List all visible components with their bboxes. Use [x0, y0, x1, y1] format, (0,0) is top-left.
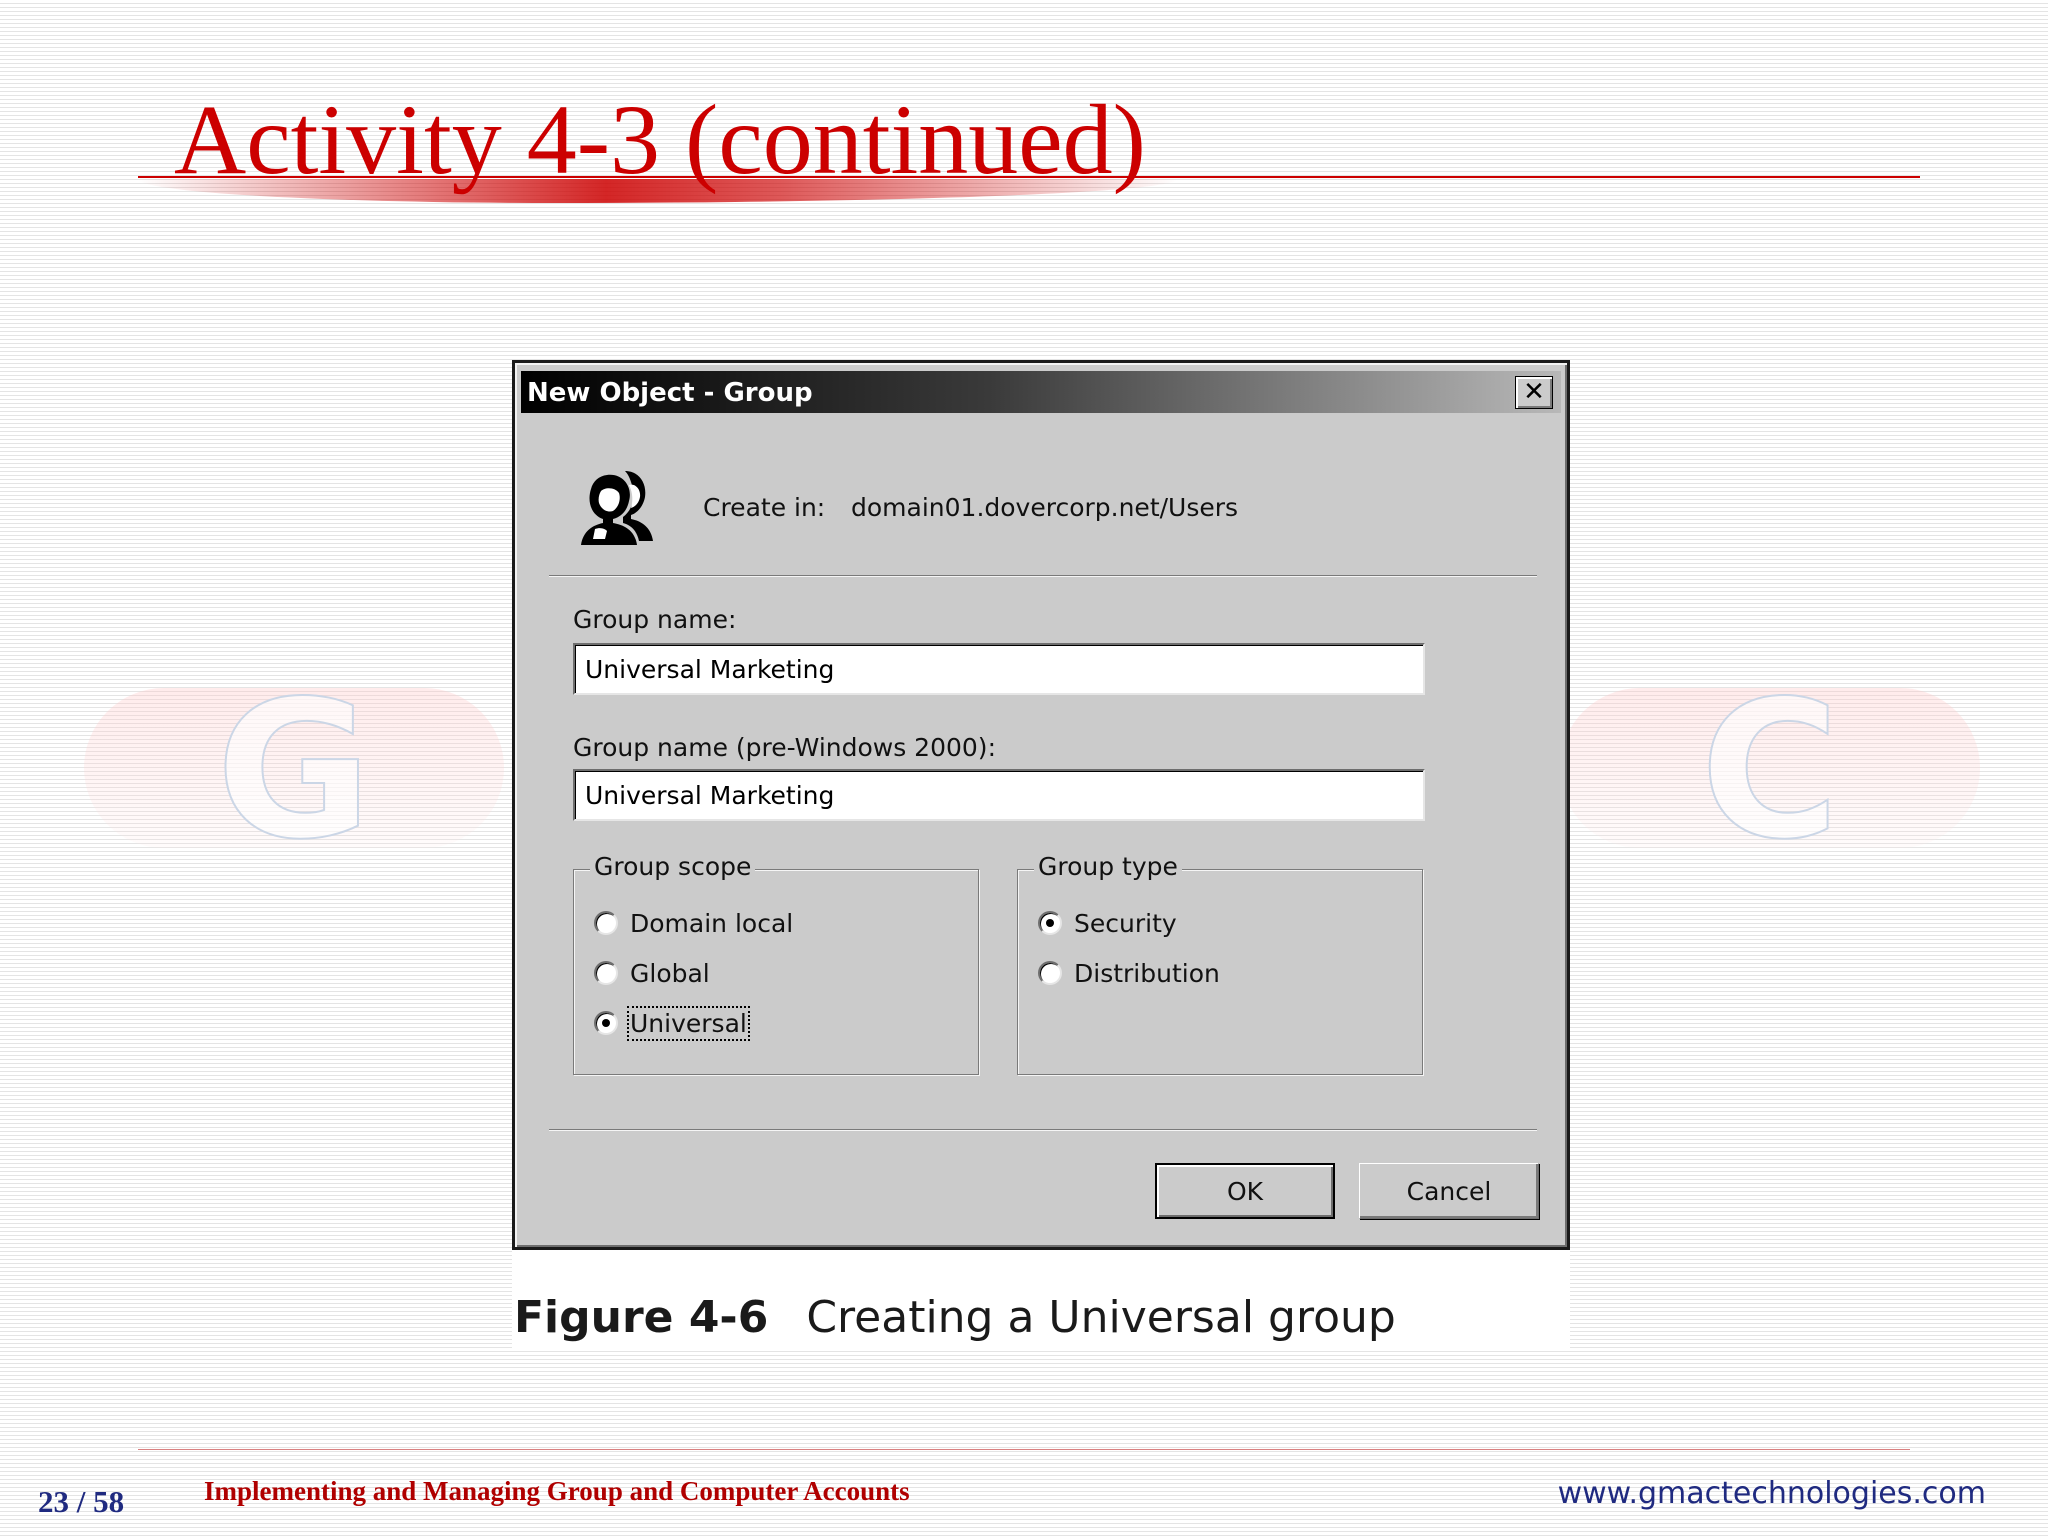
pre-windows-2000-name-label: Group name (pre-Windows 2000):	[573, 733, 996, 762]
type-distribution-label: Distribution	[1074, 958, 1220, 988]
footer-title: Implementing and Managing Group and Comp…	[204, 1476, 910, 1506]
title-underline	[138, 176, 1920, 178]
type-distribution-option[interactable]: Distribution	[1038, 956, 1220, 990]
close-button[interactable]: ✕	[1515, 376, 1553, 409]
dialog-titlebar[interactable]: New Object - Group ✕	[521, 371, 1561, 413]
header-separator	[549, 575, 1537, 577]
footer-separator	[549, 1129, 1537, 1131]
pre-windows-2000-name-input[interactable]	[573, 769, 1425, 821]
scope-global-radio[interactable]	[594, 961, 618, 985]
type-security-option[interactable]: Security	[1038, 906, 1177, 940]
figure-caption: Figure 4-6 Creating a Universal group	[514, 1292, 1396, 1344]
create-in-path: domain01.dovercorp.net/Users	[851, 493, 1239, 522]
watermark-letter-left: G	[215, 660, 373, 881]
title-swoosh-decoration	[138, 179, 1178, 203]
group-scope-box: Group scope Domain local Global Universa…	[573, 852, 979, 1075]
figure-label: Figure 4-6	[514, 1292, 769, 1343]
footer-rule	[138, 1449, 1910, 1450]
new-object-group-dialog: New Object - Group ✕ Create in: domain01…	[512, 360, 1570, 1250]
scope-universal-option[interactable]: Universal	[594, 1005, 750, 1041]
dialog-title: New Object - Group	[527, 378, 813, 408]
watermark-left: G	[84, 660, 504, 881]
group-users-icon	[581, 471, 653, 545]
watermark-right: C	[1560, 660, 1980, 881]
type-security-radio[interactable]	[1038, 911, 1062, 935]
group-type-box: Group type Security Distribution	[1017, 852, 1423, 1075]
group-name-label: Group name:	[573, 605, 737, 634]
figure-caption-text: Creating a Universal group	[806, 1292, 1396, 1343]
cancel-button[interactable]: Cancel	[1359, 1163, 1539, 1219]
group-scope-legend: Group scope	[590, 852, 756, 881]
page-number: 23 / 58	[38, 1484, 125, 1519]
watermark-letter-right: C	[1699, 660, 1840, 881]
type-security-label: Security	[1074, 908, 1177, 938]
scope-domain-local-label: Domain local	[630, 908, 794, 938]
type-distribution-radio[interactable]	[1038, 961, 1062, 985]
scope-domain-local-option[interactable]: Domain local	[594, 906, 793, 940]
close-icon: ✕	[1523, 377, 1545, 407]
group-name-input[interactable]	[573, 643, 1425, 695]
scope-global-option[interactable]: Global	[594, 956, 710, 990]
scope-universal-label: Universal	[627, 1005, 750, 1041]
ok-button[interactable]: OK	[1155, 1163, 1335, 1219]
create-in-label: Create in:	[703, 493, 826, 522]
group-type-legend: Group type	[1034, 852, 1182, 881]
footer-url[interactable]: www.gmactechnologies.com	[1558, 1476, 1986, 1511]
scope-universal-radio[interactable]	[594, 1011, 618, 1035]
scope-global-label: Global	[630, 958, 710, 988]
scope-domain-local-radio[interactable]	[594, 911, 618, 935]
